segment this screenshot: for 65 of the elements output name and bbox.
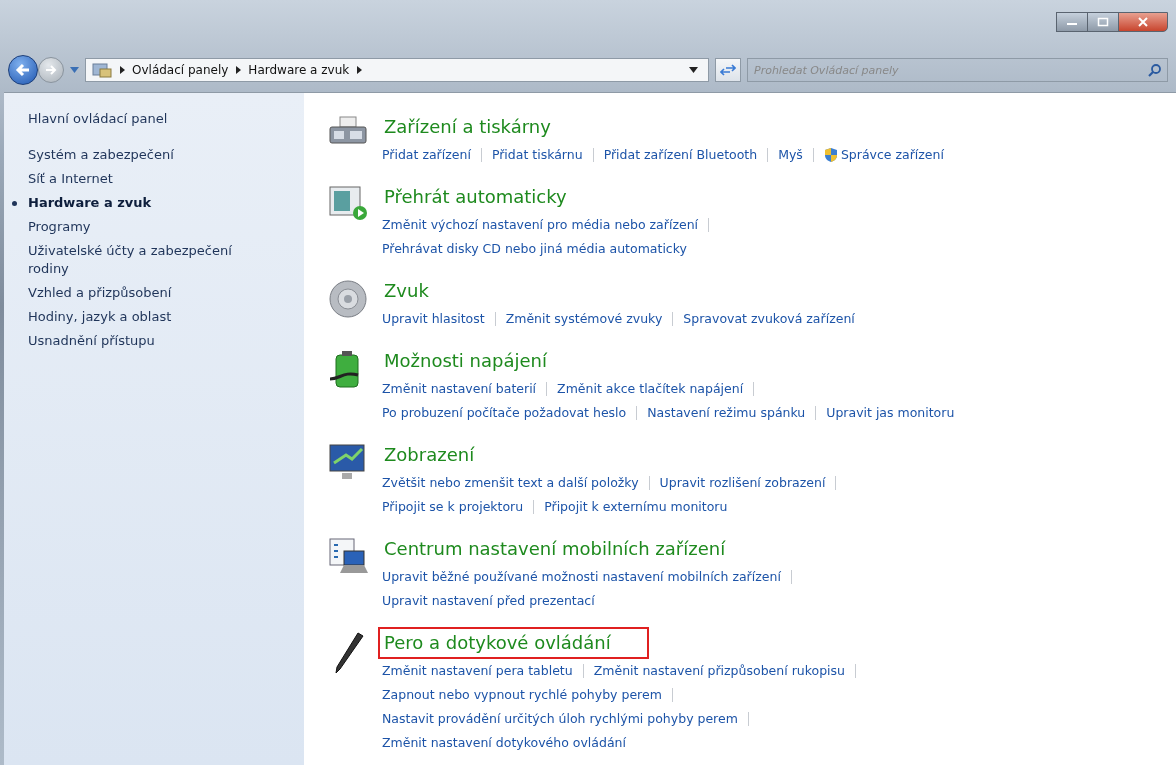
category-title-link[interactable]: Pero a dotykové ovládání [378,627,649,659]
forward-arrow-icon [44,63,58,77]
autoplay-icon [328,185,368,221]
task-link[interactable]: Změnit akce tlačítek napájení [557,377,744,401]
sidebar-link[interactable]: Hlavní ovládací panel [28,111,294,126]
task-link[interactable]: Upravit jas monitoru [826,401,955,425]
close-icon [1137,17,1149,27]
task-link[interactable]: Upravit rozlišení zobrazení [659,471,826,495]
sidebar-link[interactable]: Programy [28,218,91,236]
back-arrow-icon [14,61,32,79]
task-link[interactable]: Přehrávat disky CD nebo jiná média automaticky [382,237,687,261]
category-title-link[interactable]: Zařízení a tiskárny [378,111,557,143]
maximize-icon [1097,17,1109,27]
category-title-link[interactable]: Zvuk [378,275,435,307]
category-title-link[interactable]: Zobrazení [378,439,481,471]
speaker-icon [328,279,368,319]
sidebar-link[interactable]: Systém a zabezpečení [28,146,174,164]
category-title-link[interactable]: Možnosti napájení [378,345,553,377]
back-button[interactable] [8,55,38,85]
breadcrumb[interactable]: Ovládací panely [132,63,229,77]
task-link[interactable]: Správce zařízení [840,143,944,167]
task-link[interactable]: Přidat zařízení Bluetooth [603,143,758,167]
task-link[interactable]: Změnit nastavení dotykového ovládání [382,731,626,755]
control-panel-icon [92,62,112,78]
close-button[interactable] [1118,12,1168,32]
task-link[interactable]: Zvětšit nebo zmenšit text a další položky [382,471,639,495]
task-link[interactable]: Změnit nastavení přizpůsobení rukopisu [593,659,845,683]
breadcrumb-arrow-icon [234,66,243,74]
task-link[interactable]: Myš [778,143,803,167]
refresh-button[interactable] [715,58,741,82]
task-link[interactable]: Upravit hlasitost [382,307,485,331]
task-link[interactable]: Nastavit provádění určitých úloh rychlými pohyby perem [382,707,738,731]
category-title-link[interactable]: Centrum nastavení mobilních zařízení [378,533,732,565]
search-field[interactable]: Prohledat Ovládací panely [747,58,1168,82]
task-link[interactable]: Přidat tiskárnu [491,143,583,167]
task-link[interactable]: Spravovat zvuková zařízení [683,307,855,331]
task-link[interactable]: Připojit se k projektoru [382,495,524,519]
task-link[interactable]: Upravit běžné používané možnosti nastavení mobilních zařízení [382,565,781,589]
task-link[interactable]: Změnit systémové zvuky [505,307,663,331]
task-link[interactable]: Zapnout nebo vypnout rychlé pohyby perem [382,683,662,707]
sidebar-link[interactable]: Usnadnění přístupu [28,332,155,350]
breadcrumb[interactable]: Hardware a zvuk [248,63,350,77]
task-link[interactable]: Změnit výchozí nastavení pro média nebo zařízení [382,213,699,237]
sidebar-link[interactable]: Vzhled a přizpůsobení [28,284,172,302]
refresh-icon [720,63,736,77]
address-bar[interactable]: Ovládací panely Hardware a zvuk [85,58,709,82]
task-link[interactable]: Změnit nastavení pera tabletu [382,659,573,683]
task-link[interactable]: Upravit nastavení před prezentací [382,589,595,613]
search-icon[interactable] [1148,63,1162,77]
history-dropdown-icon[interactable] [70,67,79,73]
sidebar-link[interactable]: Hodiny, jazyk a oblast [28,308,172,326]
maximize-button[interactable] [1087,12,1119,32]
breadcrumb-arrow-icon [118,66,126,74]
task-link[interactable]: Po probuzení počítače požadovat heslo [382,401,627,425]
minimize-button[interactable] [1056,12,1088,32]
address-dropdown-icon[interactable] [689,67,698,73]
category-title-link[interactable]: Přehrát automaticky [378,181,573,213]
task-link[interactable]: Připojit k externímu monitoru [544,495,728,519]
sidebar-link[interactable]: Uživatelské účty a zabezpečení rodiny [28,242,263,278]
task-link[interactable]: Změnit nastavení baterií [382,377,537,401]
sidebar-link[interactable]: Síť a Internet [28,170,113,188]
sidebar-link[interactable]: Hardware a zvuk [28,194,152,212]
task-link[interactable]: Přidat zařízení [382,143,471,167]
breadcrumb-arrow-icon [355,66,364,74]
task-link[interactable]: Nastavení režimu spánku [647,401,806,425]
